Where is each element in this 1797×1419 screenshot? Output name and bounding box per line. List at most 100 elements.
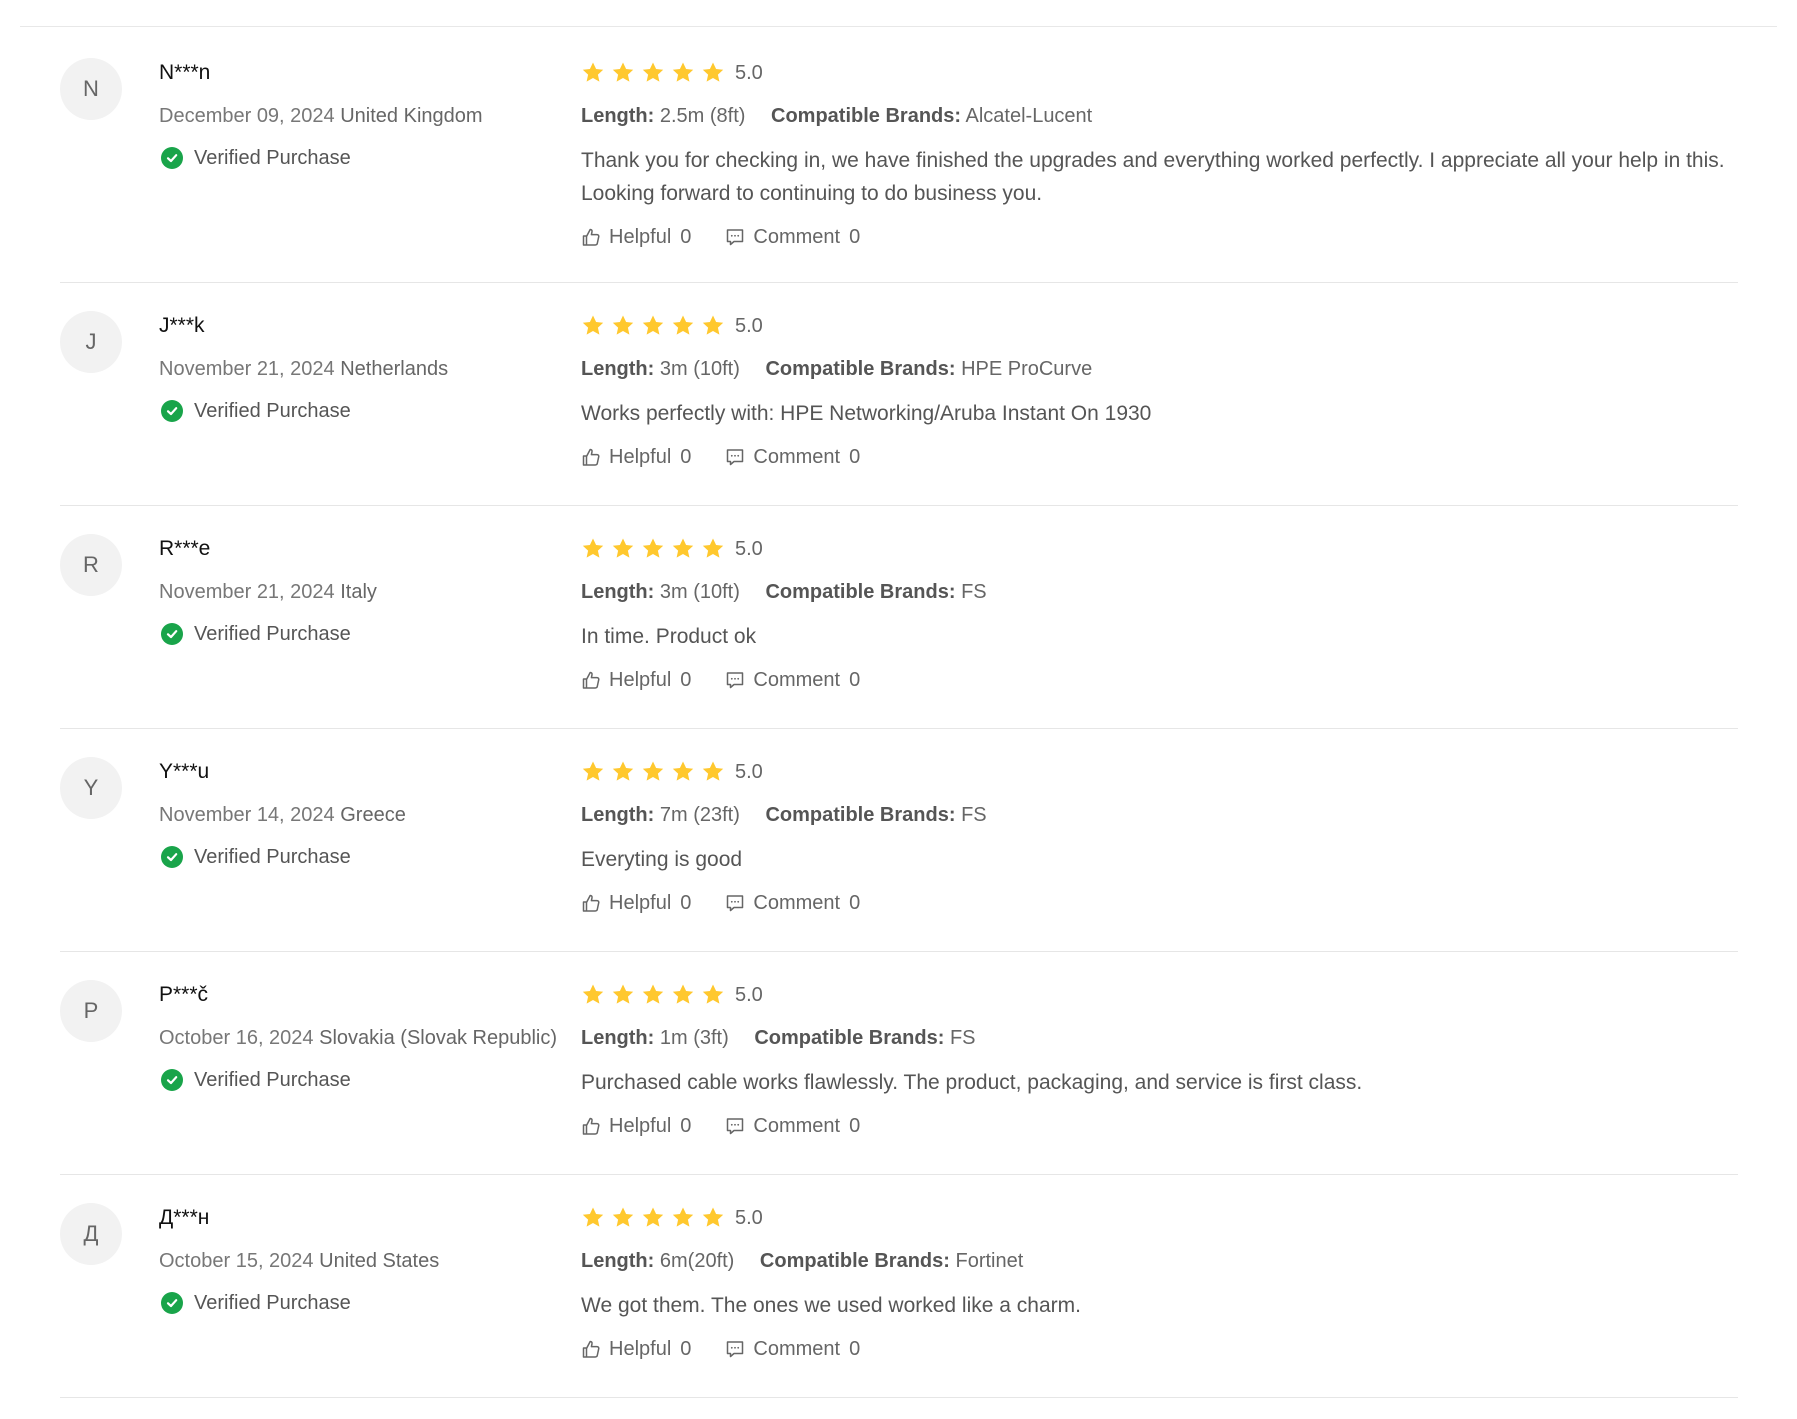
product-specs: Length: 1m (3ft) Compatible Brands: FS: [581, 1023, 1738, 1053]
review-text: Everyting is good: [581, 848, 743, 871]
comment-count: 0: [849, 225, 861, 248]
rating: 5.0: [581, 534, 1738, 564]
review-date: October 15, 2024: [159, 1250, 314, 1272]
review-date: November 14, 2024: [159, 804, 335, 826]
length-label: Length:: [581, 358, 655, 380]
product-specs: Length: 7m (23ft) Compatible Brands: FS: [581, 800, 1738, 830]
length-label: Length:: [581, 804, 655, 826]
avatar: N: [60, 58, 122, 120]
star-icon: [672, 984, 694, 1004]
star-icon: [582, 1207, 604, 1227]
comment-button[interactable]: Comment 0: [725, 1338, 860, 1361]
top-divider: [20, 26, 1777, 27]
brands-value: HPE ProCurve: [961, 358, 1093, 380]
helpful-button[interactable]: Helpful 0: [581, 1115, 691, 1138]
helpful-button[interactable]: Helpful 0: [581, 446, 691, 469]
avatar-initial: Y: [83, 775, 99, 800]
star-rating: [581, 983, 725, 1007]
star-rating: [581, 760, 725, 784]
star-icon: [582, 315, 604, 335]
verified-purchase-badge: Verified Purchase: [159, 143, 579, 173]
helpful-count: 0: [680, 1114, 692, 1137]
check-circle-icon: [161, 623, 183, 645]
product-specs: Length: 3m (10ft) Compatible Brands: HPE…: [581, 354, 1738, 384]
verified-purchase-badge: Verified Purchase: [159, 1288, 579, 1318]
reviewer-country: United Kingdom: [340, 105, 483, 127]
star-icon: [702, 761, 724, 781]
review-text: Thank you for checking in, we have finis…: [581, 149, 1725, 205]
star-rating: [581, 1206, 725, 1230]
product-specs: Length: 3m (10ft) Compatible Brands: FS: [581, 577, 1738, 607]
review-item: Y Y***u November 14, 2024 Greece Verifie…: [60, 729, 1738, 952]
review-meta: November 21, 2024 Netherlands: [159, 354, 579, 384]
product-specs: Length: 6m(20ft) Compatible Brands: Fort…: [581, 1246, 1738, 1276]
star-icon: [612, 984, 634, 1004]
comment-count: 0: [849, 668, 861, 691]
avatar: Д: [60, 1203, 122, 1265]
verified-label: Verified Purchase: [194, 1291, 351, 1314]
review-meta: November 21, 2024 Italy: [159, 577, 579, 607]
avatar-initial: J: [85, 329, 97, 354]
review-text: We got them. The ones we used worked lik…: [581, 1294, 1081, 1317]
length-value: 1m (3ft): [659, 1027, 729, 1049]
reviewer-country: Netherlands: [340, 358, 449, 380]
verified-label: Verified Purchase: [194, 845, 351, 868]
brands-label: Compatible Brands:: [759, 1250, 950, 1272]
star-icon: [672, 62, 694, 82]
rating: 5.0: [581, 1203, 1738, 1233]
avatar-initial: P: [83, 998, 99, 1023]
brands-label: Compatible Brands:: [765, 804, 956, 826]
helpful-label: Helpful: [609, 225, 672, 248]
verified-label: Verified Purchase: [194, 1068, 351, 1091]
reviewer-country: Greece: [340, 804, 406, 826]
comment-button[interactable]: Comment 0: [725, 1115, 860, 1138]
reviewer-name: P***č: [159, 983, 209, 1006]
reviewer-country: Slovakia (Slovak Republic): [319, 1027, 558, 1049]
brands-value: Fortinet: [955, 1250, 1024, 1272]
avatar: Y: [60, 757, 122, 819]
reviewer-name: R***e: [159, 537, 211, 560]
helpful-button[interactable]: Helpful 0: [581, 226, 691, 249]
star-icon: [612, 761, 634, 781]
thumbs-up-icon: [582, 894, 600, 912]
comment-button[interactable]: Comment 0: [725, 446, 860, 469]
avatar: P: [60, 980, 122, 1042]
helpful-label: Helpful: [609, 1337, 672, 1360]
comment-button[interactable]: Comment 0: [725, 892, 860, 915]
review-actions: Helpful 0 Comment 0: [581, 442, 1738, 472]
avatar: R: [60, 534, 122, 596]
star-icon: [702, 315, 724, 335]
star-icon: [672, 315, 694, 335]
star-icon: [702, 984, 724, 1004]
rating-score: 5.0: [735, 983, 763, 1006]
comment-button[interactable]: Comment 0: [725, 669, 860, 692]
helpful-count: 0: [680, 891, 692, 914]
review-meta: October 15, 2024 United States: [159, 1246, 579, 1276]
helpful-button[interactable]: Helpful 0: [581, 892, 691, 915]
helpful-button[interactable]: Helpful 0: [581, 669, 691, 692]
star-icon: [612, 62, 634, 82]
helpful-button[interactable]: Helpful 0: [581, 1338, 691, 1361]
thumbs-up-icon: [582, 1117, 600, 1135]
comment-button[interactable]: Comment 0: [725, 226, 860, 249]
helpful-label: Helpful: [609, 445, 672, 468]
star-rating: [581, 61, 725, 85]
review-text: Purchased cable works flawlessly. The pr…: [581, 1071, 1363, 1094]
reviewer-name: Y***u: [159, 760, 210, 783]
thumbs-up-icon: [582, 448, 600, 466]
thumbs-up-icon: [582, 228, 600, 246]
review-item: P P***č October 16, 2024 Slovakia (Slova…: [60, 952, 1738, 1175]
review-actions: Helpful 0 Comment 0: [581, 1111, 1738, 1141]
brands-label: Compatible Brands:: [765, 358, 956, 380]
review-actions: Helpful 0 Comment 0: [581, 222, 1738, 252]
comment-label: Comment: [753, 1337, 841, 1360]
length-value: 3m (10ft): [659, 581, 740, 603]
length-label: Length:: [581, 1250, 655, 1272]
review-actions: Helpful 0 Comment 0: [581, 888, 1738, 918]
review-item: R R***e November 21, 2024 Italy Verified…: [60, 506, 1738, 729]
star-icon: [672, 761, 694, 781]
brands-value: FS: [949, 1027, 976, 1049]
review-item: Д Д***н October 15, 2024 United States V…: [60, 1175, 1738, 1398]
star-icon: [702, 1207, 724, 1227]
verified-label: Verified Purchase: [194, 399, 351, 422]
